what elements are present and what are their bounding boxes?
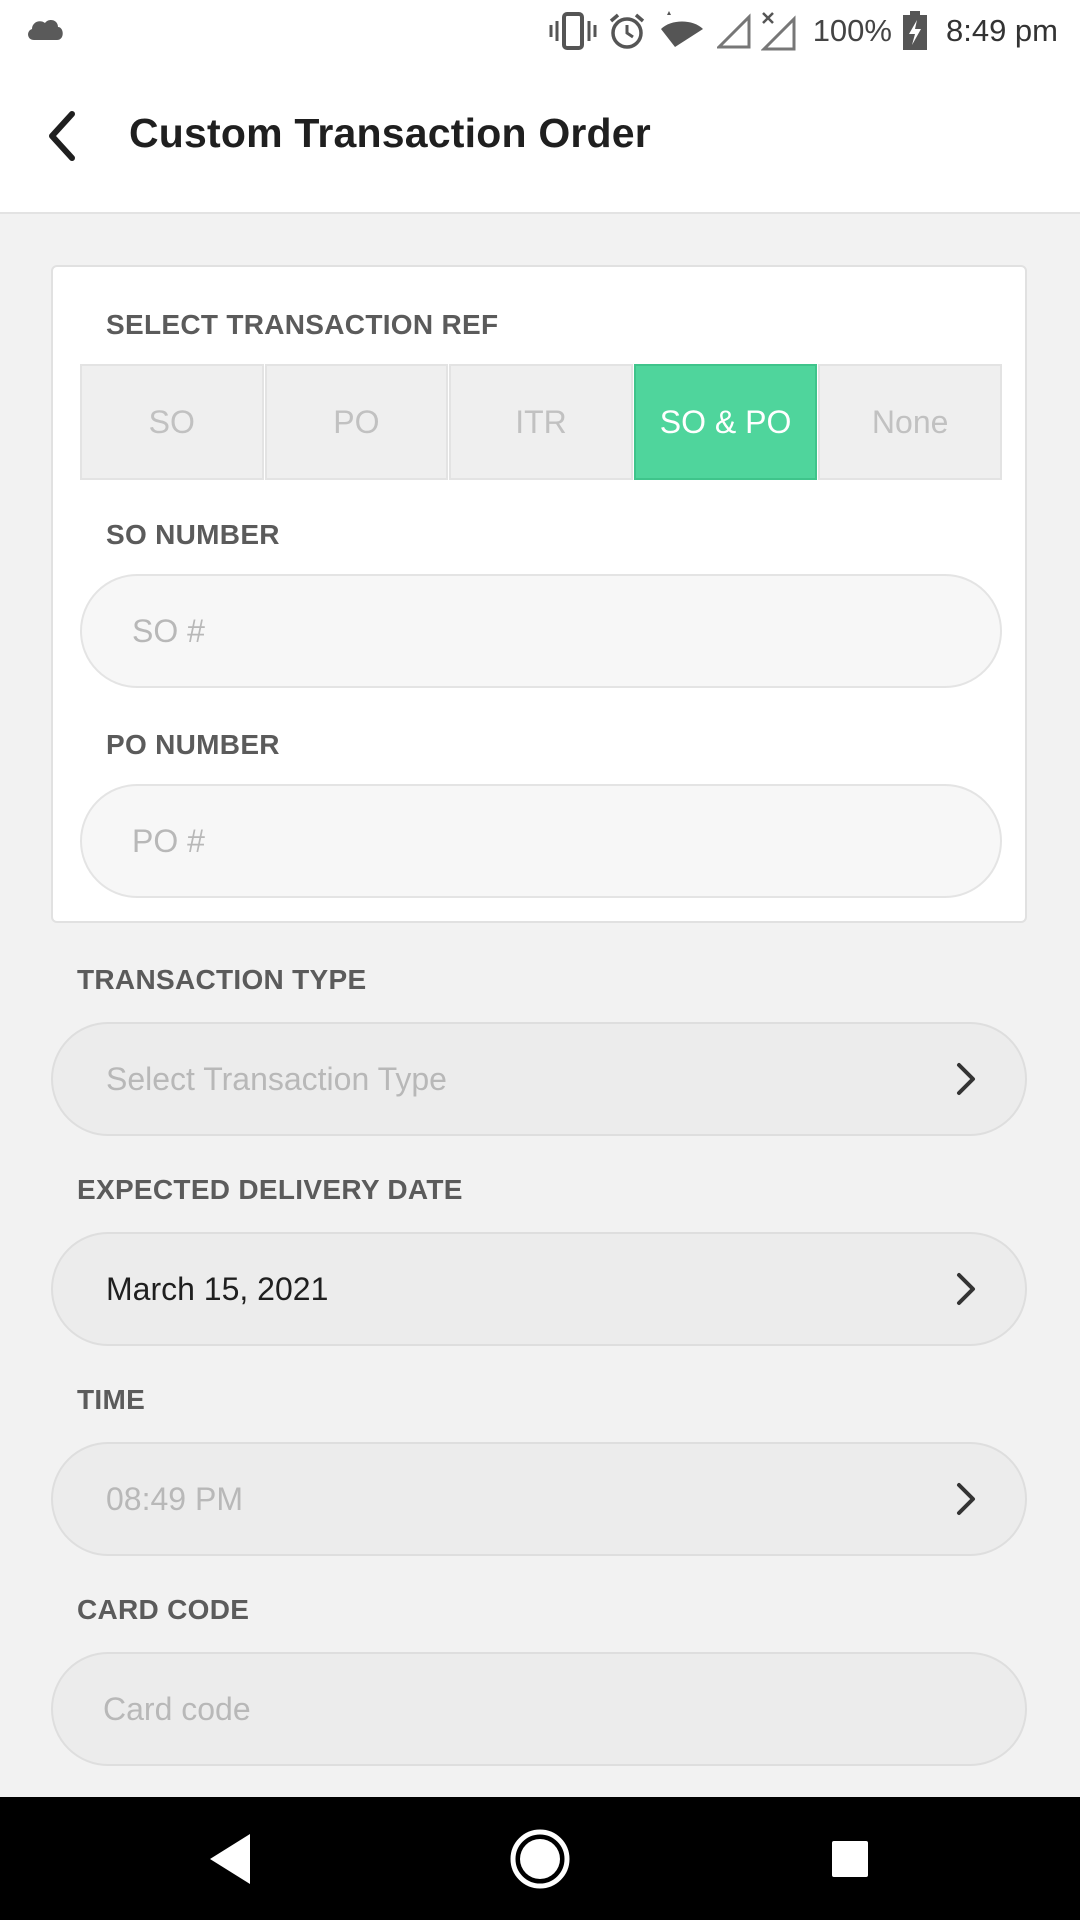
time-label: TIME: [77, 1384, 146, 1415]
po-number-label: PO NUMBER: [106, 729, 280, 760]
battery-charging-icon: [902, 11, 928, 51]
app-bar: Custom Transaction Order: [0, 62, 1080, 214]
back-button[interactable]: [40, 106, 90, 166]
alarm-icon: [607, 11, 647, 51]
system-nav-bar: [0, 1797, 1080, 1920]
vibrate-icon: [549, 11, 597, 51]
signal-icon: [716, 13, 751, 49]
cloud-icon: [24, 14, 66, 49]
transaction-ref-selector: SO PO ITR SO & PO None: [80, 364, 1002, 480]
arrow-back-icon: [49, 111, 75, 161]
so-number-placeholder: SO #: [132, 612, 205, 649]
transaction-ref-card: SELECT TRANSACTION REF SO PO ITR SO & PO…: [51, 265, 1027, 923]
nav-recents-button[interactable]: [810, 1797, 890, 1920]
chevron-right-icon: [957, 1483, 975, 1515]
delivery-date-select[interactable]: March 15, 2021: [51, 1232, 1027, 1346]
ref-option-po[interactable]: PO: [264, 364, 449, 480]
ref-option-so-po[interactable]: SO & PO: [633, 364, 818, 480]
transaction-type-label: TRANSACTION TYPE: [77, 964, 367, 995]
delivery-date-label: EXPECTED DELIVERY DATE: [77, 1174, 463, 1205]
page-title: Custom Transaction Order: [129, 110, 651, 156]
so-number-field[interactable]: SO #: [80, 574, 1002, 688]
nav-recents-icon: [832, 1840, 868, 1877]
transaction-type-placeholder: Select Transaction Type: [106, 1060, 447, 1097]
ref-option-itr[interactable]: ITR: [449, 364, 633, 480]
status-bar: 100% 8:49 pm: [0, 0, 1080, 62]
wifi-icon: [657, 11, 707, 51]
transaction-ref-label: SELECT TRANSACTION REF: [106, 309, 499, 340]
time-select[interactable]: 08:49 PM: [51, 1442, 1027, 1556]
battery-percent: 100%: [812, 13, 892, 48]
nav-home-icon: [510, 1829, 570, 1888]
nav-back-icon: [210, 1833, 250, 1884]
ref-option-none[interactable]: None: [818, 364, 1002, 480]
so-number-label: SO NUMBER: [106, 519, 280, 550]
card-code-field[interactable]: Card code: [51, 1652, 1027, 1766]
time-placeholder: 08:49 PM: [106, 1480, 243, 1517]
nav-back-button[interactable]: [190, 1797, 270, 1920]
ref-option-so[interactable]: SO: [80, 364, 264, 480]
po-number-placeholder: PO #: [132, 822, 205, 859]
chevron-right-icon: [957, 1063, 975, 1095]
chevron-right-icon: [957, 1273, 975, 1305]
card-code-placeholder: Card code: [103, 1690, 251, 1727]
card-code-label: CARD CODE: [77, 1594, 250, 1625]
clock-time: 8:49 pm: [945, 13, 1058, 48]
nav-home-button[interactable]: [500, 1797, 580, 1920]
delivery-date-value: March 15, 2021: [106, 1270, 329, 1307]
po-number-field[interactable]: PO #: [80, 784, 1002, 898]
no-signal-icon: [760, 11, 797, 51]
transaction-type-select[interactable]: Select Transaction Type: [51, 1022, 1027, 1136]
